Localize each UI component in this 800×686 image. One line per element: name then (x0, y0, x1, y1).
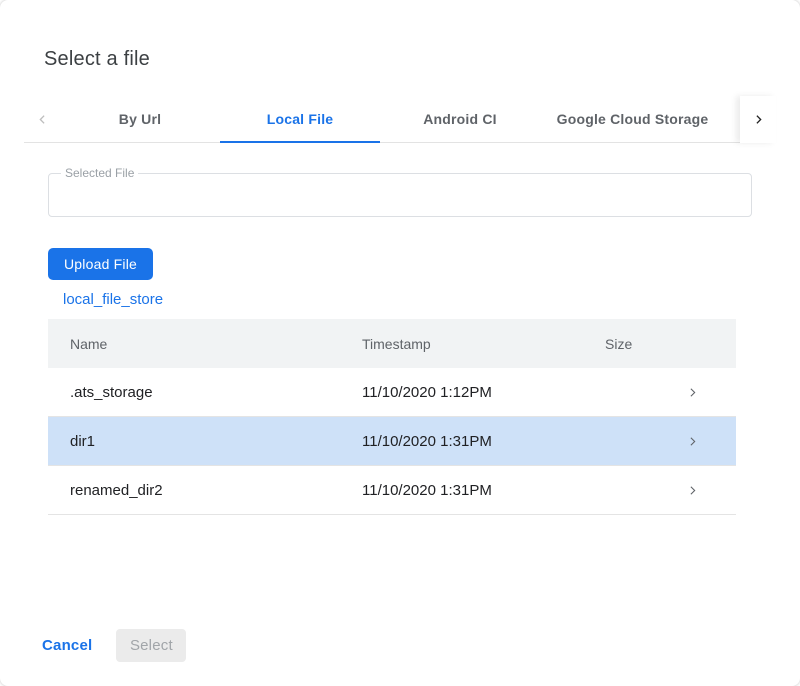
tab-bar: By Url Local File Android CI Google Clou… (24, 96, 776, 143)
row-open-button[interactable] (648, 386, 736, 399)
cell-name: renamed_dir2 (48, 482, 362, 499)
tab-local-file[interactable]: Local File (220, 96, 380, 142)
row-open-button[interactable] (648, 435, 736, 448)
file-table: Name Timestamp Size .ats_storage 11/10/2… (48, 319, 736, 515)
column-header-size: Size (605, 336, 648, 352)
cell-timestamp: 11/10/2020 1:31PM (362, 433, 605, 450)
chevron-right-icon (686, 386, 699, 399)
tab-list: By Url Local File Android CI Google Clou… (24, 96, 740, 143)
cell-name: dir1 (48, 433, 362, 450)
tab-google-cloud-storage[interactable]: Google Cloud Storage (540, 96, 725, 142)
table-row-ats-storage[interactable]: .ats_storage 11/10/2020 1:12PM (48, 368, 736, 417)
cell-timestamp: 11/10/2020 1:12PM (362, 384, 605, 401)
tab-android-ci[interactable]: Android CI (380, 96, 540, 142)
row-open-button[interactable] (648, 484, 736, 497)
upload-file-button[interactable]: Upload File (48, 248, 153, 280)
chevron-left-icon (36, 113, 49, 126)
selected-file-field: Selected File (48, 173, 752, 217)
select-file-dialog: Select a file By Url Local File Android … (0, 0, 800, 686)
dialog-title: Select a file (44, 48, 150, 71)
select-button[interactable]: Select (116, 629, 186, 662)
breadcrumb-local-file-store[interactable]: local_file_store (63, 291, 163, 308)
selected-file-input[interactable] (49, 174, 751, 216)
table-header-row: Name Timestamp Size (48, 319, 736, 368)
column-header-timestamp: Timestamp (362, 336, 605, 352)
selected-file-label: Selected File (61, 166, 138, 180)
table-row-renamed-dir2[interactable]: renamed_dir2 11/10/2020 1:31PM (48, 466, 736, 515)
cell-timestamp: 11/10/2020 1:31PM (362, 482, 605, 499)
column-header-name: Name (48, 336, 362, 352)
table-row-dir1[interactable]: dir1 11/10/2020 1:31PM (48, 417, 736, 466)
chevron-right-icon (686, 484, 699, 497)
chevron-right-icon (686, 435, 699, 448)
cancel-button[interactable]: Cancel (42, 630, 100, 662)
dialog-footer: Cancel Select (42, 629, 186, 662)
tabs-prev-button[interactable] (24, 96, 60, 142)
tab-by-url[interactable]: By Url (60, 96, 220, 142)
cell-name: .ats_storage (48, 384, 362, 401)
chevron-right-icon (752, 113, 765, 126)
tabs-next-button[interactable] (740, 96, 776, 143)
